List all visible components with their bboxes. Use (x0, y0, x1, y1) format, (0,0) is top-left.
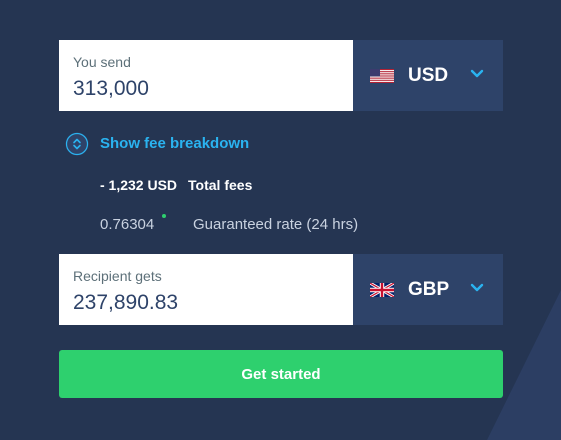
fee-breakdown-toggle[interactable]: Show fee breakdown (65, 132, 249, 156)
exchange-rate-value: 0.76304 (100, 216, 155, 233)
fee-breakdown-label: Show fee breakdown (100, 135, 250, 152)
recipient-currency-selector[interactable]: GBP (353, 254, 503, 325)
recipient-currency-code: GBP (408, 279, 450, 300)
recipient-amount-input[interactable] (73, 288, 339, 318)
uk-flag-icon (370, 283, 394, 297)
send-currency-code: USD (408, 65, 449, 86)
recipient-amount-field[interactable]: Recipient gets (59, 254, 353, 325)
chevron-up-down-icon (65, 132, 89, 156)
chevron-down-icon (470, 283, 484, 292)
chevron-down-icon (470, 69, 484, 78)
total-fee-label: Total fees (188, 177, 253, 193)
send-amount-field[interactable]: You send (59, 40, 353, 111)
exchange-rate-row: 0.76304 Guaranteed rate (24 hrs) (100, 214, 358, 234)
send-amount-label: You send (73, 54, 131, 70)
get-started-button[interactable]: Get started (59, 350, 503, 398)
us-flag-icon (370, 69, 394, 83)
recipient-amount-label: Recipient gets (73, 268, 162, 284)
send-currency-selector[interactable]: USD (353, 40, 503, 111)
total-fee-amount: - 1,232 USD (100, 177, 178, 193)
total-fees-row: - 1,232 USD Total fees (100, 176, 252, 194)
live-rate-indicator (162, 214, 166, 218)
exchange-rate-label: Guaranteed rate (24 hrs) (193, 216, 359, 233)
send-amount-input[interactable] (73, 74, 339, 104)
